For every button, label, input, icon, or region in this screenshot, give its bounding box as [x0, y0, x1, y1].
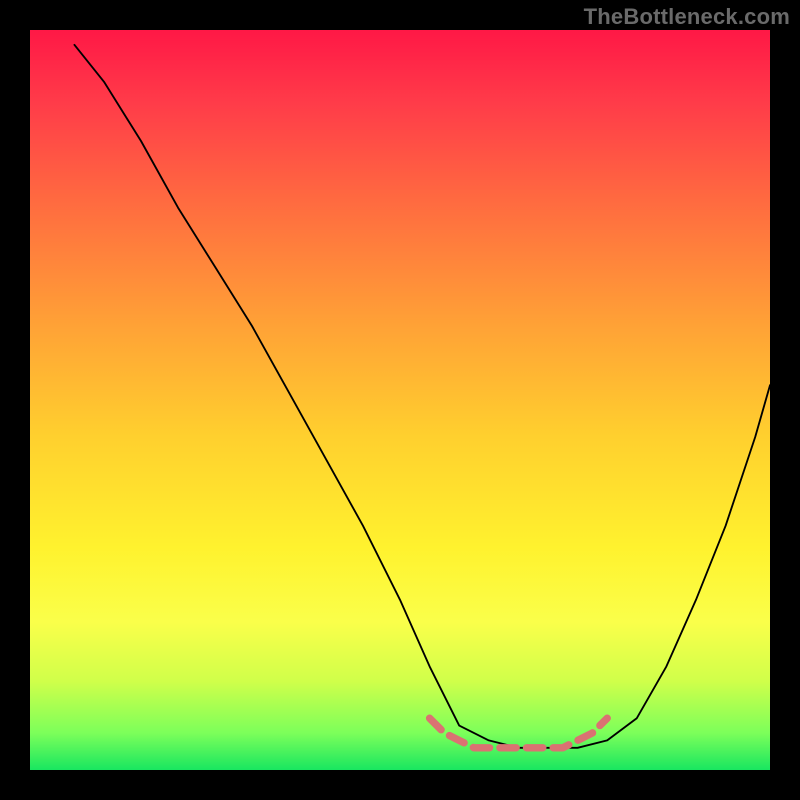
plot-area: [30, 30, 770, 770]
chart-frame: TheBottleneck.com: [0, 0, 800, 800]
black-curve-path: [74, 45, 770, 748]
watermark-text: TheBottleneck.com: [584, 4, 790, 30]
curve-overlay: [30, 30, 770, 770]
pink-highlight-path: [430, 718, 608, 748]
